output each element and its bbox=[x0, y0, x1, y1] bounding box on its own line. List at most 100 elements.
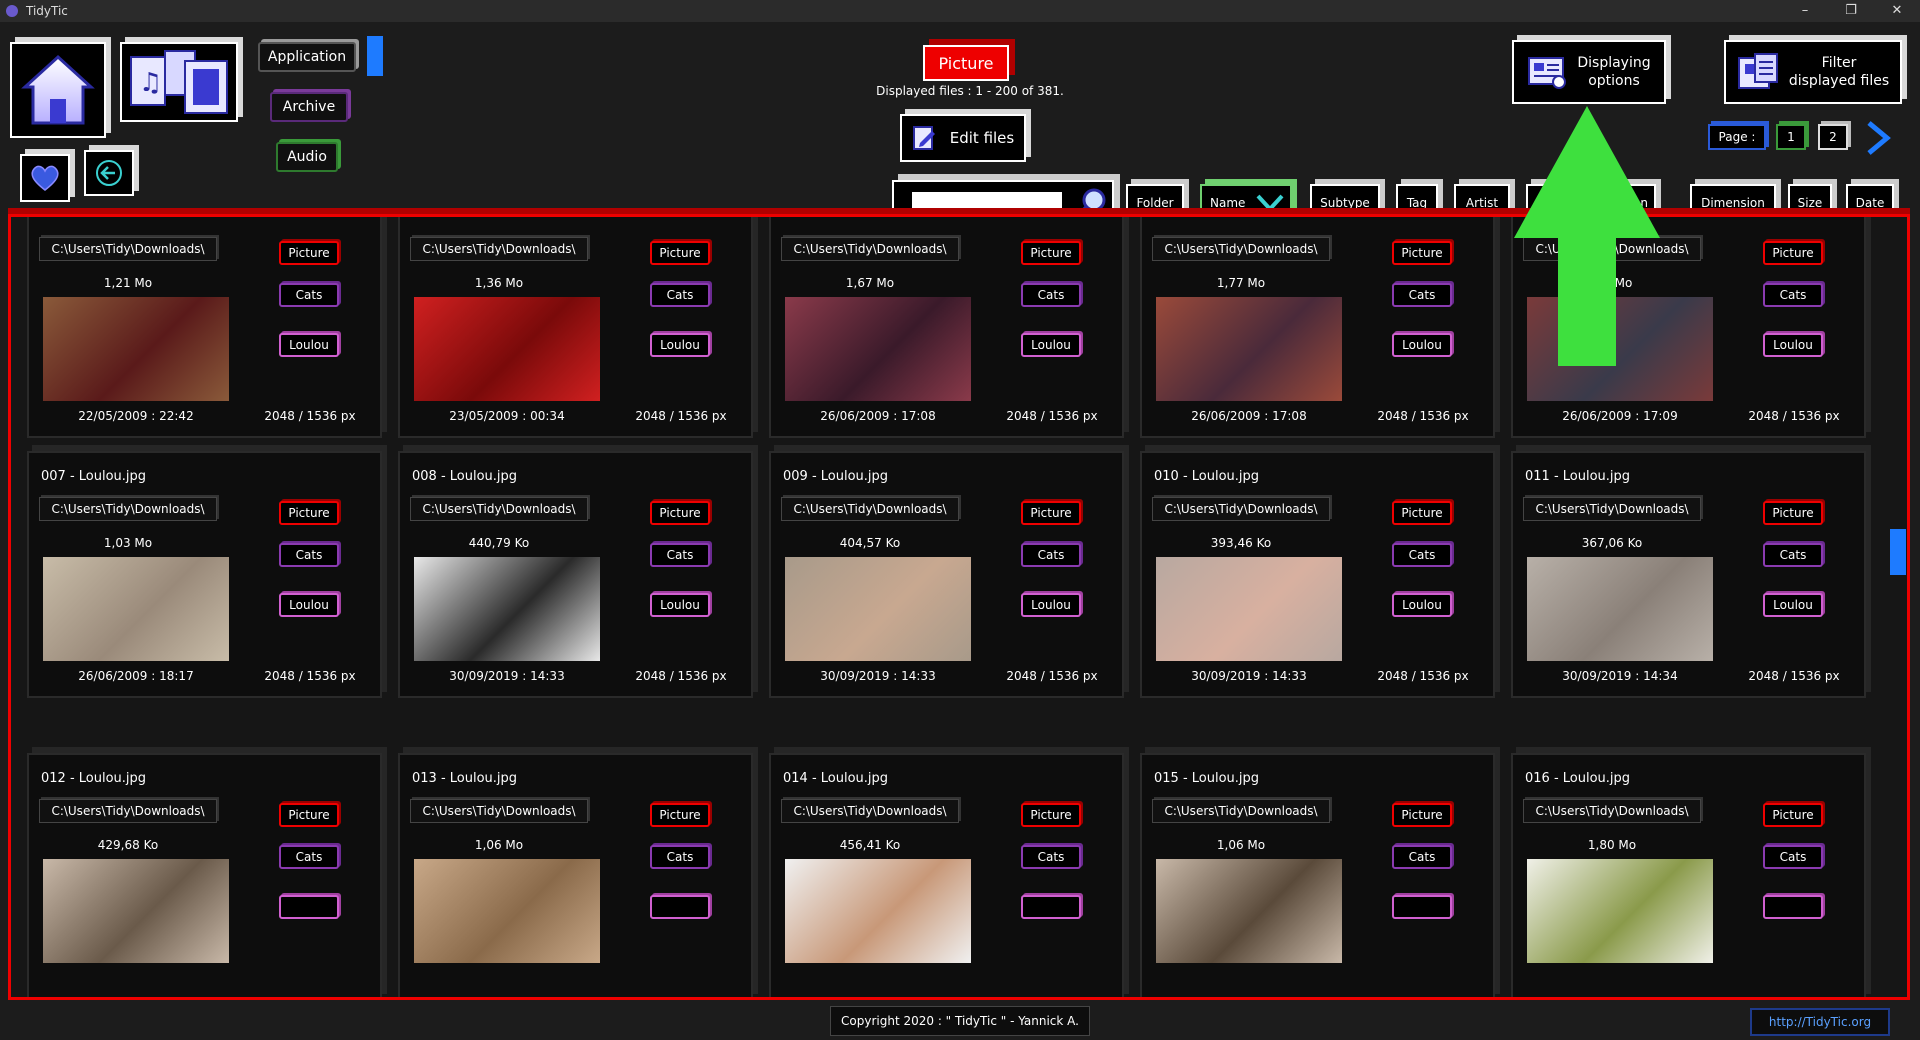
file-card[interactable]: 011 - Loulou.jpg C:\Users\Tidy\Downloads\… bbox=[1511, 451, 1866, 698]
page-1-button[interactable]: 1 bbox=[1776, 124, 1806, 150]
file-thumbnail[interactable] bbox=[43, 557, 229, 661]
home-button[interactable] bbox=[10, 42, 106, 138]
tag-subtype[interactable]: Cats bbox=[1392, 283, 1452, 307]
tag-type[interactable]: Picture bbox=[1021, 241, 1081, 265]
file-thumbnail[interactable] bbox=[43, 859, 229, 963]
edit-files-button[interactable]: Edit files bbox=[900, 114, 1026, 162]
minimize-button[interactable]: – bbox=[1782, 0, 1828, 22]
tag-subtype[interactable]: Cats bbox=[1392, 845, 1452, 869]
file-thumbnail[interactable] bbox=[1156, 859, 1342, 963]
file-card[interactable]: C:\Users\Tidy\Downloads\ 1,67 Mo 26/06/200… bbox=[769, 217, 1124, 438]
category-audio[interactable]: Audio bbox=[276, 142, 338, 172]
tag-name[interactable]: Loulou bbox=[650, 333, 710, 357]
tag-subtype[interactable]: Cats bbox=[1763, 845, 1823, 869]
file-thumbnail[interactable] bbox=[1527, 859, 1713, 963]
tag-subtype[interactable]: Cats bbox=[650, 543, 710, 567]
tag-type[interactable]: Picture bbox=[279, 501, 339, 525]
file-size: 456,41 Ko bbox=[839, 838, 901, 852]
file-thumbnail[interactable] bbox=[785, 859, 971, 963]
file-card[interactable]: 015 - Loulou.jpg C:\Users\Tidy\Downloads\… bbox=[1140, 753, 1495, 997]
tag-subtype[interactable]: Cats bbox=[1021, 543, 1081, 567]
category-application[interactable]: Application bbox=[258, 42, 356, 72]
tag-name[interactable]: Loulou bbox=[1021, 593, 1081, 617]
tag-type[interactable]: Picture bbox=[1392, 241, 1452, 265]
back-button[interactable] bbox=[84, 150, 134, 196]
file-card[interactable]: 013 - Loulou.jpg C:\Users\Tidy\Downloads\… bbox=[398, 753, 753, 997]
tag-subtype[interactable]: Cats bbox=[1763, 543, 1823, 567]
tag-name[interactable] bbox=[1763, 895, 1823, 919]
tag-subtype[interactable]: Cats bbox=[279, 845, 339, 869]
file-path: C:\Users\Tidy\Downloads\ bbox=[781, 799, 959, 823]
tag-name[interactable]: Loulou bbox=[279, 333, 339, 357]
tag-name[interactable] bbox=[1392, 895, 1452, 919]
file-thumbnail[interactable] bbox=[785, 557, 971, 661]
file-card[interactable]: 009 - Loulou.jpg C:\Users\Tidy\Downloads\… bbox=[769, 451, 1124, 698]
close-button[interactable]: ✕ bbox=[1874, 0, 1920, 22]
tag-subtype[interactable]: Cats bbox=[1021, 845, 1081, 869]
tag-name[interactable] bbox=[1021, 895, 1081, 919]
tag-type[interactable]: Picture bbox=[650, 241, 710, 265]
tag-name[interactable]: Loulou bbox=[1392, 593, 1452, 617]
file-card[interactable]: C:\Users\Tidy\Downloads\ 1,77 Mo 26/06/200… bbox=[1140, 217, 1495, 438]
tag-name[interactable] bbox=[650, 895, 710, 919]
file-card[interactable]: 016 - Loulou.jpg C:\Users\Tidy\Downloads\… bbox=[1511, 753, 1866, 997]
tag-name[interactable]: Loulou bbox=[1392, 333, 1452, 357]
tag-name[interactable]: Loulou bbox=[650, 593, 710, 617]
file-thumbnail[interactable] bbox=[414, 297, 600, 401]
tag-subtype[interactable]: Cats bbox=[1763, 283, 1823, 307]
website-link[interactable]: http://TidyTic.org bbox=[1750, 1008, 1890, 1036]
tag-name[interactable]: Loulou bbox=[279, 593, 339, 617]
scrollbar-thumb[interactable] bbox=[1890, 529, 1906, 575]
file-card[interactable]: C:\Users\Tidy\Downloads\ 1,36 Mo 23/05/200… bbox=[398, 217, 753, 438]
home-icon bbox=[21, 54, 95, 125]
tag-subtype[interactable]: Cats bbox=[279, 543, 339, 567]
displaying-options-button[interactable]: Displaying options bbox=[1512, 40, 1666, 104]
file-card[interactable]: 010 - Loulou.jpg C:\Users\Tidy\Downloads\… bbox=[1140, 451, 1495, 698]
tag-name[interactable]: Loulou bbox=[1763, 593, 1823, 617]
file-path: C:\Users\Tidy\Downloads\ bbox=[410, 497, 588, 521]
file-thumbnail[interactable] bbox=[1527, 557, 1713, 661]
tag-subtype[interactable]: Cats bbox=[1392, 543, 1452, 567]
tag-type[interactable]: Picture bbox=[1763, 501, 1823, 525]
type-picture-button[interactable]: Picture bbox=[923, 45, 1009, 81]
file-card[interactable]: 012 - Loulou.jpg C:\Users\Tidy\Downloads\… bbox=[27, 753, 382, 997]
tag-subtype[interactable]: Cats bbox=[650, 283, 710, 307]
tag-type[interactable]: Picture bbox=[1392, 501, 1452, 525]
tag-type[interactable]: Picture bbox=[1763, 803, 1823, 827]
category-archive[interactable]: Archive bbox=[270, 92, 348, 122]
tag-type[interactable]: Picture bbox=[650, 501, 710, 525]
tag-type[interactable]: Picture bbox=[279, 803, 339, 827]
tag-subtype[interactable]: Cats bbox=[1021, 283, 1081, 307]
tag-name[interactable] bbox=[279, 895, 339, 919]
tag-type[interactable]: Picture bbox=[650, 803, 710, 827]
file-thumbnail[interactable] bbox=[1156, 297, 1342, 401]
copyright-text: Copyright 2020 : " TidyTic " - Yannick A… bbox=[830, 1006, 1090, 1036]
file-card[interactable]: 008 - Loulou.jpg C:\Users\Tidy\Downloads\… bbox=[398, 451, 753, 698]
file-card[interactable]: 007 - Loulou.jpg C:\Users\Tidy\Downloads\… bbox=[27, 451, 382, 698]
tag-type[interactable]: Picture bbox=[1763, 241, 1823, 265]
file-thumbnail[interactable] bbox=[43, 297, 229, 401]
file-dimension: 2048 / 1536 px bbox=[635, 669, 727, 683]
tag-type[interactable]: Picture bbox=[279, 241, 339, 265]
tag-subtype[interactable]: Cats bbox=[279, 283, 339, 307]
file-card[interactable]: C:\Users\Tidy\Downloads\ 1,21 Mo 22/05/200… bbox=[27, 217, 382, 438]
tag-name[interactable]: Loulou bbox=[1021, 333, 1081, 357]
favorites-button[interactable] bbox=[20, 154, 70, 202]
media-files-button[interactable]: ♫ bbox=[120, 42, 238, 122]
filter-files-button[interactable]: Filter displayed files bbox=[1724, 40, 1902, 104]
file-dimension: 2048 / 1536 px bbox=[1377, 669, 1469, 683]
file-path: C:\Users\Tidy\Downloads\ bbox=[1152, 237, 1330, 261]
tag-type[interactable]: Picture bbox=[1021, 501, 1081, 525]
tag-subtype[interactable]: Cats bbox=[650, 845, 710, 869]
file-thumbnail[interactable] bbox=[414, 557, 600, 661]
tag-type[interactable]: Picture bbox=[1392, 803, 1452, 827]
file-thumbnail[interactable] bbox=[1156, 557, 1342, 661]
tag-name[interactable]: Loulou bbox=[1763, 333, 1823, 357]
tag-type[interactable]: Picture bbox=[1021, 803, 1081, 827]
page-2-button[interactable]: 2 bbox=[1818, 124, 1848, 150]
restore-button[interactable]: ❐ bbox=[1828, 0, 1874, 22]
next-page-button[interactable] bbox=[1860, 118, 1896, 158]
file-card[interactable]: 014 - Loulou.jpg C:\Users\Tidy\Downloads\… bbox=[769, 753, 1124, 997]
file-thumbnail[interactable] bbox=[414, 859, 600, 963]
file-thumbnail[interactable] bbox=[785, 297, 971, 401]
